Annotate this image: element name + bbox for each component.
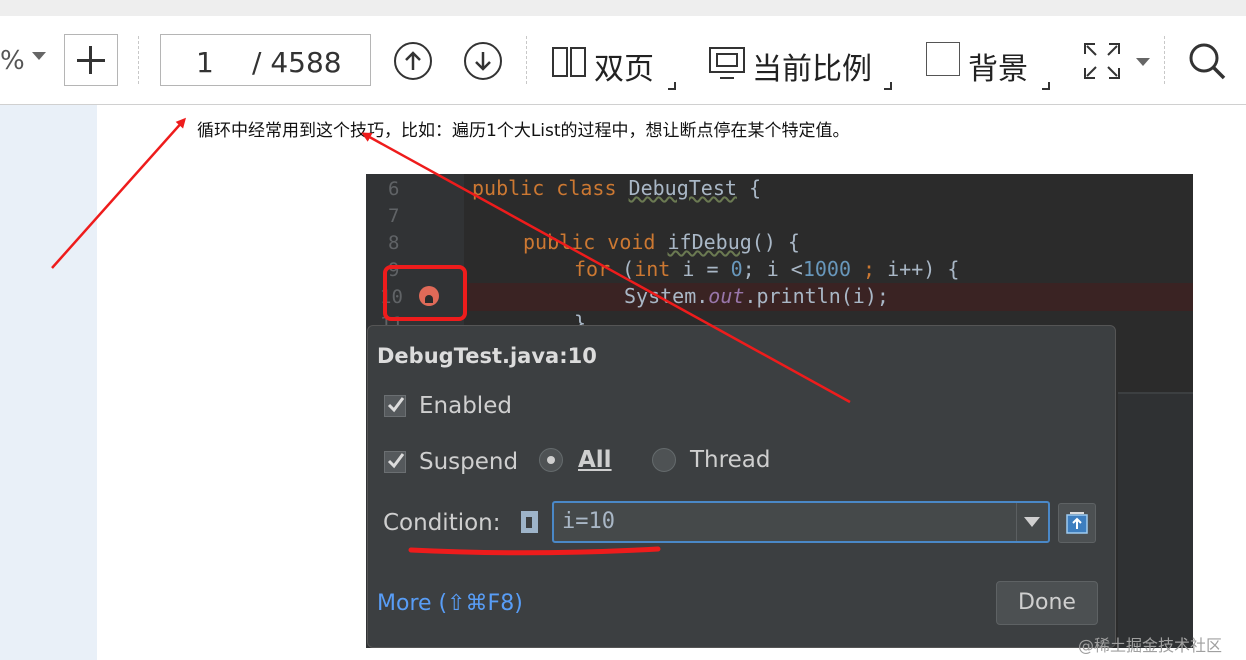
condition-label: Condition: xyxy=(383,510,501,536)
checkmark-icon xyxy=(387,453,405,469)
code-text: i++) { xyxy=(875,257,960,281)
fullscreen-icon[interactable] xyxy=(1083,42,1121,80)
code-text: ; i < xyxy=(742,257,803,281)
code-number: 1000 xyxy=(802,257,851,281)
code-text: { xyxy=(736,176,762,200)
code-text: ( xyxy=(610,257,635,281)
code-text: () { xyxy=(751,230,800,254)
code-field: out xyxy=(708,284,745,308)
ide-side-panel xyxy=(1118,394,1193,648)
breakpoint-properties-popup: DebugTest.java:10 Enabled Suspend All Th… xyxy=(367,325,1116,648)
condition-input[interactable] xyxy=(552,501,1050,543)
expand-editor-button[interactable] xyxy=(1058,503,1096,543)
all-radio[interactable] xyxy=(539,448,563,472)
code-text: ; xyxy=(851,257,876,281)
next-page-button[interactable] xyxy=(464,42,502,80)
toolbar-divider xyxy=(138,36,139,84)
all-label[interactable]: All xyxy=(578,447,612,473)
code-keyword: public void xyxy=(523,230,656,254)
code-keyword: int xyxy=(634,257,671,281)
line-number: 7 xyxy=(388,205,400,227)
popup-title: DebugTest.java:10 xyxy=(377,344,597,368)
zoom-value[interactable]: % xyxy=(0,46,25,76)
window-top-strip xyxy=(0,0,1246,16)
code-number: 0 xyxy=(730,257,743,281)
condition-history-dropdown-icon[interactable] xyxy=(1024,517,1040,527)
code-keyword: public class xyxy=(472,176,617,200)
expand-editor-icon xyxy=(1066,512,1088,534)
code-text: .println(i); xyxy=(744,284,889,308)
done-button[interactable]: Done xyxy=(996,581,1098,625)
code-line-9: for (int i = 0; i <1000 ; i++) { xyxy=(574,257,959,281)
monitor-icon[interactable] xyxy=(708,46,746,80)
arrow-down-circle-icon xyxy=(475,52,491,71)
code-line-10: System.out.println(i); xyxy=(624,284,889,308)
code-text: i = xyxy=(670,257,731,281)
condition-value[interactable]: i=10 xyxy=(562,509,615,534)
line-number: 6 xyxy=(388,178,400,200)
page-current: 1 xyxy=(196,46,214,79)
condition-dropdown-divider xyxy=(1016,503,1017,541)
fit-dropdown-icon[interactable] xyxy=(884,82,892,90)
suspend-label[interactable]: Suspend xyxy=(419,449,518,475)
enabled-label[interactable]: Enabled xyxy=(419,393,512,419)
search-icon[interactable] xyxy=(1186,40,1228,82)
breakpoint-icon[interactable] xyxy=(419,286,439,306)
enabled-checkbox[interactable] xyxy=(384,395,406,417)
double-page-label[interactable]: 双页 xyxy=(594,44,654,88)
code-text: System. xyxy=(624,284,709,308)
background-checkbox[interactable] xyxy=(926,42,960,76)
code-line-8: public void ifDebug() { xyxy=(523,230,800,254)
code-method-name: ifDebug xyxy=(667,230,752,254)
line-number: 8 xyxy=(388,232,400,254)
page-sidebar xyxy=(0,105,97,660)
arrow-up-circle-icon xyxy=(405,51,421,70)
pdf-toolbar: % 1 / 4588 双页 当前比例 背景 xyxy=(0,16,1246,105)
document-icon xyxy=(521,511,538,533)
checkmark-icon xyxy=(387,397,405,413)
code-keyword: for xyxy=(574,257,611,281)
thread-label[interactable]: Thread xyxy=(690,447,770,473)
watermark: @稀土掘金技术社区 xyxy=(1078,636,1223,655)
fit-label[interactable]: 当前比例 xyxy=(752,44,872,88)
zoom-in-button[interactable] xyxy=(64,34,118,86)
zoom-dropdown-icon[interactable] xyxy=(32,52,46,60)
page-total: / 4588 xyxy=(252,46,342,79)
line-number: 9 xyxy=(388,259,400,281)
code-class-name: DebugTest xyxy=(628,176,737,200)
toolbar-divider xyxy=(526,36,527,84)
more-link[interactable]: More (⇧⌘F8) xyxy=(377,591,523,616)
previous-page-button[interactable] xyxy=(394,42,432,80)
double-page-dropdown-icon[interactable] xyxy=(668,82,676,90)
code-line-6: public class DebugTest { xyxy=(472,176,761,200)
thread-radio[interactable] xyxy=(652,448,676,472)
background-label[interactable]: 背景 xyxy=(968,44,1028,88)
document-paragraph: 循环中经常用到这个技巧，比如：遍历1个大List的过程中，想让断点停在某个特定值… xyxy=(197,121,850,141)
line-number: 10 xyxy=(380,286,403,308)
toolbar-divider xyxy=(1164,36,1165,84)
suspend-checkbox[interactable] xyxy=(384,451,406,473)
book-icon[interactable] xyxy=(552,46,586,78)
fullscreen-dropdown-icon[interactable] xyxy=(1136,58,1150,66)
background-dropdown-icon[interactable] xyxy=(1042,82,1050,90)
